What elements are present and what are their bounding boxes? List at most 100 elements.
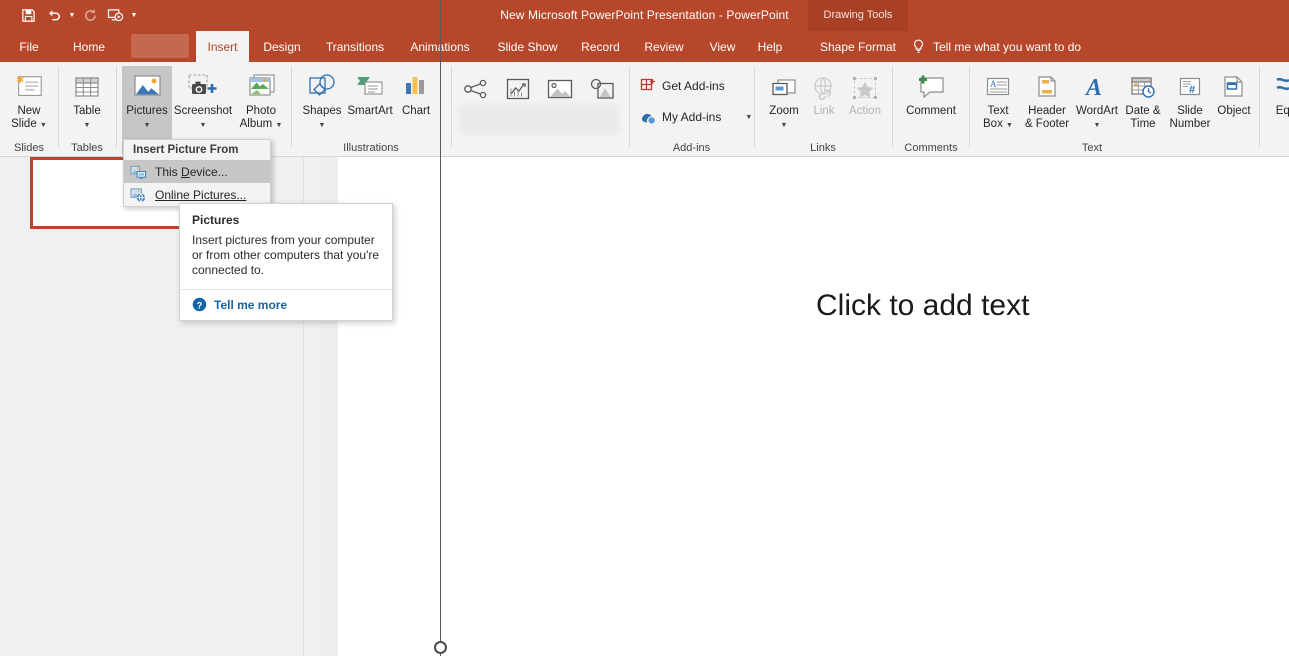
body-placeholder-prompt[interactable]: Click to add text (816, 289, 1029, 323)
tab-record[interactable]: Record (578, 31, 623, 62)
this-device-icon (130, 164, 147, 180)
menu-header: Insert Picture From (133, 144, 239, 156)
chevron-down-icon[interactable]: ▼ (781, 122, 788, 129)
tab-review[interactable]: Review (640, 31, 688, 62)
zoom-button[interactable]: Zoom ▼ (760, 66, 808, 131)
date-time-label: Date & Time (1125, 105, 1161, 130)
quick-access-toolbar: ▼ ▼ (16, 4, 140, 27)
text-box-button[interactable]: A Text Box ▼ (975, 66, 1021, 131)
tab-view[interactable]: View (706, 31, 739, 62)
ribbon-group-illustrations: Shapes ▼ SmartArt Chart Illustrations (291, 62, 451, 156)
slide-number-button[interactable]: # Slide Number (1163, 66, 1217, 131)
shapes-library-icon[interactable] (585, 72, 619, 106)
chevron-down-icon[interactable]: ▼ (144, 122, 151, 129)
tell-me-search[interactable]: Tell me what you want to do (912, 31, 1081, 62)
selected-line-shape[interactable] (440, 0, 441, 656)
shapes-label: Shapes (302, 105, 342, 117)
resize-handle[interactable] (434, 641, 447, 654)
contextual-tools-label: Drawing Tools (808, 0, 908, 31)
photo-album-button[interactable]: Photo Album ▼ (235, 66, 287, 131)
chevron-down-icon[interactable]: ▼ (275, 122, 282, 129)
tab-home[interactable]: Home (63, 31, 115, 62)
header-footer-icon (1019, 66, 1075, 102)
customize-quick-access-toolbar-icon[interactable]: ▼ (128, 4, 140, 27)
chart-insert-icon[interactable] (501, 72, 535, 106)
tab-redacted[interactable] (131, 34, 189, 58)
menu-item-label: This Device... (155, 164, 228, 179)
blurred-region (459, 104, 619, 134)
save-icon[interactable] (16, 4, 41, 27)
object-button[interactable]: Object (1211, 66, 1257, 118)
link-button: Link (803, 66, 845, 118)
get-add-ins-label: Get Add-ins (662, 79, 725, 93)
zoom-label: Zoom (769, 105, 799, 117)
date-time-button[interactable]: Date & Time (1119, 66, 1167, 131)
tab-help[interactable]: Help (755, 31, 785, 62)
chevron-down-icon[interactable]: ▼ (40, 122, 47, 129)
photo-album-icon (235, 66, 287, 102)
title-bar: New Microsoft PowerPoint Presentation - … (0, 0, 1289, 62)
chart-label: Chart (401, 105, 431, 117)
smartart-icon (344, 66, 396, 102)
tab-transitions[interactable]: Transitions (319, 31, 391, 62)
chevron-down-icon[interactable]: ▼ (1006, 122, 1013, 129)
header-footer-label: Header & Footer (1024, 105, 1070, 130)
wordart-button[interactable]: A WordArt ▼ (1073, 66, 1121, 131)
my-add-ins-button[interactable]: My Add-ins ▼ (640, 106, 752, 128)
group-label-comments: Comments (904, 142, 958, 154)
table-button[interactable]: Table ▼ (62, 66, 112, 131)
stock-image-icon[interactable] (543, 72, 577, 106)
chevron-down-icon[interactable]: ▼ (745, 114, 752, 121)
link-label: Link (813, 105, 835, 117)
comment-label: Comment (906, 105, 956, 117)
group-label-add-ins: Add-ins (672, 142, 711, 154)
date-time-icon (1119, 66, 1167, 102)
action-button: Action (842, 66, 888, 118)
menu-item-this-device[interactable]: This Device... (124, 160, 270, 183)
online-pictures-icon (130, 187, 147, 203)
group-label-illustrations: Illustrations (343, 142, 399, 154)
undo-icon[interactable] (41, 4, 66, 27)
icons-insert-icon[interactable] (459, 72, 493, 106)
tab-slide-show[interactable]: Slide Show (492, 31, 563, 62)
tell-me-label: Tell me what you want to do (933, 39, 1082, 54)
slide-canvas[interactable]: Click to add text (338, 157, 1289, 656)
window-title: New Microsoft PowerPoint Presentation - … (500, 8, 789, 22)
lightbulb-icon (912, 39, 925, 54)
comment-button[interactable]: Comment (896, 66, 966, 118)
equation-button[interactable]: Equ (1266, 66, 1289, 118)
screenshot-label: Screenshot (173, 105, 233, 117)
ribbon-group-comments: Comment Comments (892, 62, 970, 156)
new-slide-button[interactable]: New Slide ▼ (4, 66, 54, 131)
tell-me-more-link[interactable]: Tell me more (214, 298, 287, 312)
smartart-button[interactable]: SmartArt (344, 66, 396, 118)
tooltip-footer: ? Tell me more (180, 289, 392, 320)
tab-file[interactable]: File (14, 31, 44, 62)
ribbon-group-links: Zoom ▼ Link Action Links (754, 62, 892, 156)
svg-text:A: A (990, 79, 997, 89)
chevron-down-icon[interactable]: ▼ (319, 122, 326, 129)
ribbon-group-media (451, 62, 629, 156)
ribbon-group-tables: Table ▼ Tables (58, 62, 116, 156)
shapes-icon (297, 66, 347, 102)
group-label-slides: Slides (14, 142, 44, 154)
chart-button[interactable]: Chart (395, 66, 437, 118)
chevron-down-icon[interactable]: ▼ (1094, 122, 1101, 129)
screenshot-button[interactable]: Screenshot ▼ (172, 66, 234, 131)
undo-dropdown-caret-icon[interactable]: ▼ (66, 4, 78, 27)
header-footer-button[interactable]: Header & Footer (1019, 66, 1075, 131)
chevron-down-icon[interactable]: ▼ (84, 122, 91, 129)
my-add-ins-label: My Add-ins (662, 110, 722, 124)
table-label: Table (73, 105, 101, 117)
help-circle-icon: ? (192, 297, 207, 312)
start-from-beginning-icon[interactable] (103, 4, 128, 27)
slide-number-label: Slide Number (1169, 105, 1211, 130)
tab-shape-format[interactable]: Shape Format (808, 31, 908, 62)
tab-design[interactable]: Design (258, 31, 306, 62)
get-add-ins-button[interactable]: Get Add-ins (640, 75, 725, 97)
tab-insert[interactable]: Insert (196, 31, 249, 62)
shapes-button[interactable]: Shapes ▼ (297, 66, 347, 131)
comment-icon (896, 66, 966, 102)
chevron-down-icon[interactable]: ▼ (200, 122, 207, 129)
text-box-label: Text Box (983, 105, 1009, 130)
